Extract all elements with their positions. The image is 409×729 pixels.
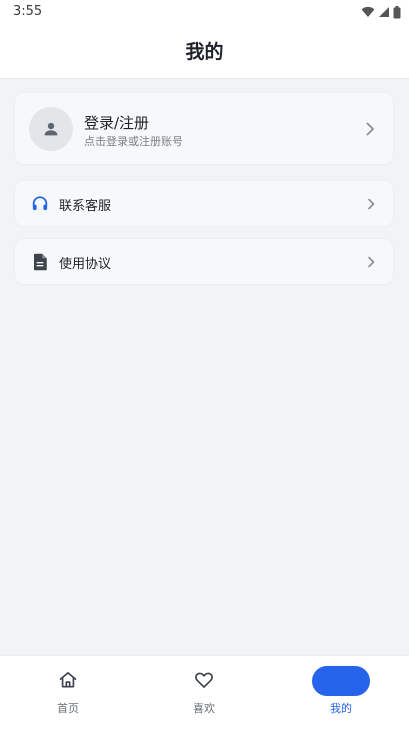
tab-label: 喜欢 xyxy=(193,702,215,715)
login-title: 登录/注册 xyxy=(84,114,150,132)
document-icon xyxy=(30,252,50,272)
tab-home[interactable]: 首页 xyxy=(0,656,136,729)
avatar xyxy=(29,107,73,151)
tab-profile[interactable]: 我的 xyxy=(273,656,409,729)
person-icon xyxy=(44,122,58,136)
profile-icon xyxy=(312,666,370,696)
chevron-right-icon xyxy=(367,198,375,210)
bottom-tab-bar: 首页 喜欢 我的 xyxy=(0,655,409,729)
tab-favorites[interactable]: 喜欢 xyxy=(136,656,272,729)
status-bar: 3:55 xyxy=(0,0,409,24)
cellular-signal-icon xyxy=(379,7,389,17)
header: 我的 xyxy=(0,24,409,79)
home-icon xyxy=(58,670,78,690)
chevron-right-icon xyxy=(367,256,375,268)
page-title: 我的 xyxy=(185,41,224,63)
tab-label: 首页 xyxy=(57,702,79,715)
menu-item-contact-service[interactable]: 联系客服 xyxy=(14,180,394,227)
heart-icon xyxy=(194,670,214,690)
status-icons xyxy=(361,5,401,19)
wifi-icon xyxy=(361,6,375,17)
headset-icon xyxy=(30,194,50,214)
status-time: 3:55 xyxy=(13,4,43,19)
login-card[interactable]: 登录/注册 点击登录或注册账号 xyxy=(14,92,394,165)
menu-item-label: 使用协议 xyxy=(59,257,112,272)
menu-item-user-agreement[interactable]: 使用协议 xyxy=(14,238,394,285)
login-subtitle: 点击登录或注册账号 xyxy=(84,135,183,148)
menu-item-label: 联系客服 xyxy=(59,199,112,214)
tab-label: 我的 xyxy=(330,702,352,715)
chevron-right-icon xyxy=(365,122,375,136)
battery-icon xyxy=(393,5,401,18)
